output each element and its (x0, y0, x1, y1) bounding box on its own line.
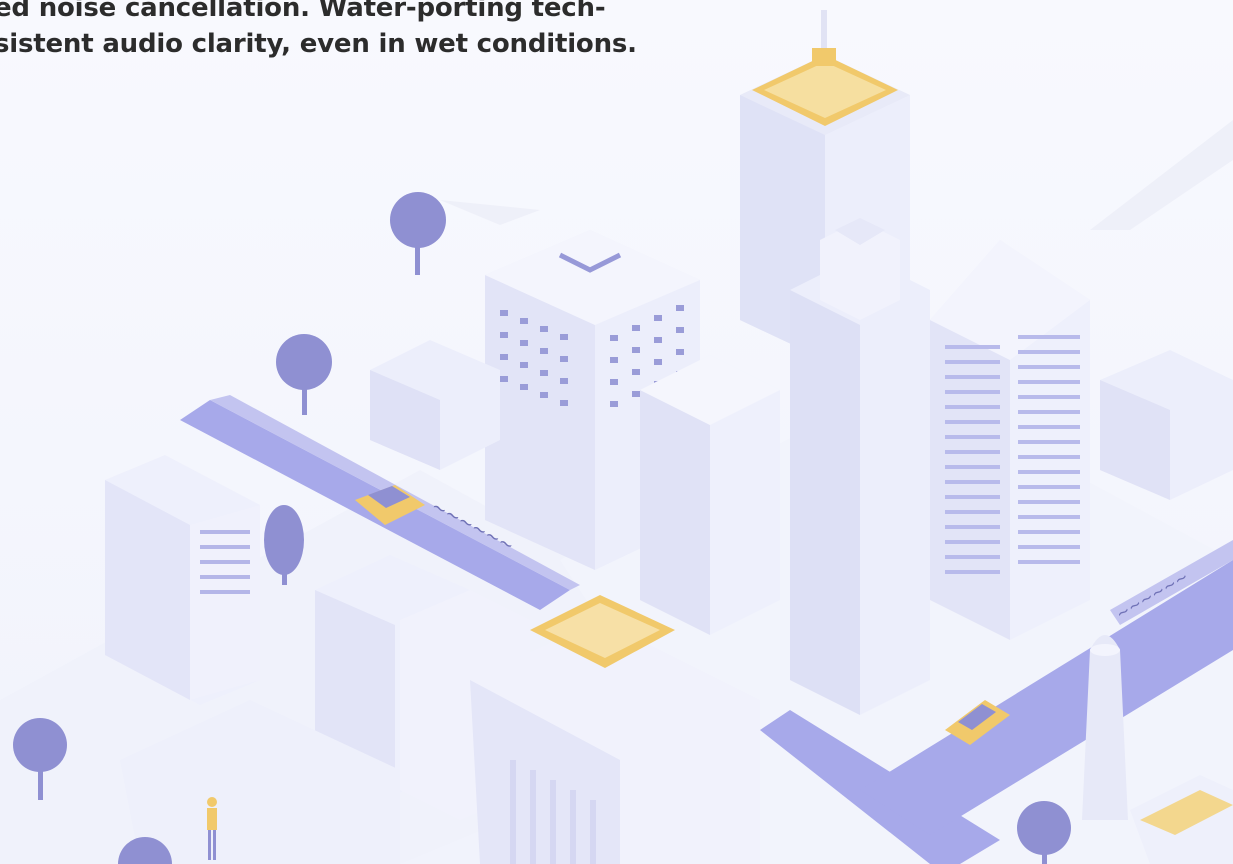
isometric-city-illustration: ~~~~~~ ~~~~~~ (0, 0, 1233, 864)
isometric-city-icon: ~~~~~~ ~~~~~~ (0, 0, 1233, 864)
building-far-right (1100, 350, 1233, 500)
description-line-1: ed noise cancellation. Water-porting tec… (0, 0, 606, 23)
description-line-2: sistent audio clarity, even in wet condi… (0, 29, 637, 59)
building-mid (640, 355, 780, 635)
product-description: ed noise cancellation. Water-porting tec… (0, 0, 714, 62)
tower-stepped (790, 218, 930, 715)
tower-striped (930, 240, 1090, 640)
